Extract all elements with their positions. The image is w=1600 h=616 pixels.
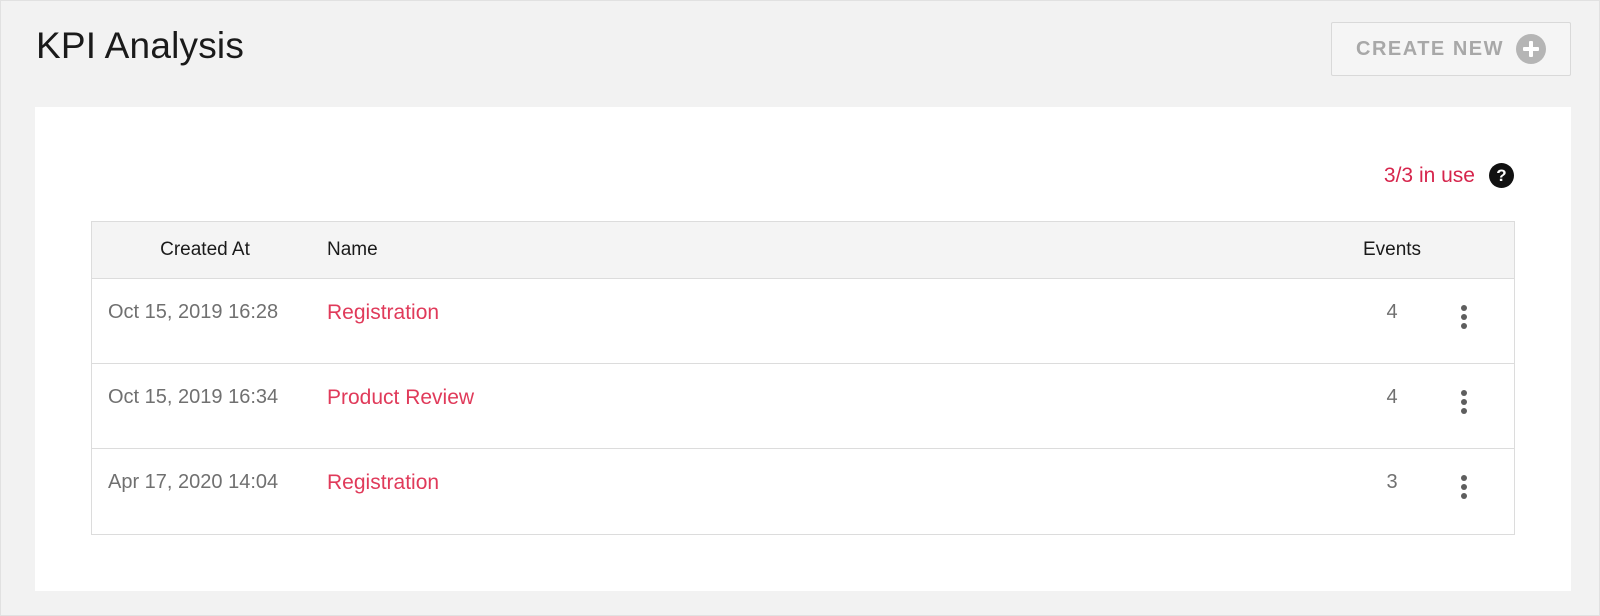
create-new-label: CREATE NEW xyxy=(1356,37,1504,60)
help-icon[interactable]: ? xyxy=(1489,163,1514,188)
created-at-cell: Apr 17, 2020 14:04 xyxy=(108,471,279,493)
plus-circle-icon xyxy=(1515,34,1546,64)
kpi-table: Created At Name Events Oct 15, 2019 16:2… xyxy=(91,221,1515,535)
events-count-cell: 4 xyxy=(1386,386,1398,408)
kpi-name-link[interactable]: Registration xyxy=(327,301,439,325)
events-count-cell: 3 xyxy=(1386,471,1398,493)
kpi-name-link[interactable]: Product Review xyxy=(327,386,474,410)
created-at-cell: Oct 15, 2019 16:28 xyxy=(108,301,279,323)
created-at-cell: Oct 15, 2019 16:34 xyxy=(108,386,279,408)
table-row: Apr 17, 2020 14:04 Registration 3 xyxy=(92,449,1514,534)
events-count-cell: 4 xyxy=(1386,301,1398,323)
kpi-card: 3/3 in use ? Created At Name Events Oct … xyxy=(35,107,1571,591)
table-header: Created At Name Events xyxy=(92,222,1514,279)
kebab-menu-icon[interactable] xyxy=(1452,471,1476,505)
kpi-name-link[interactable]: Registration xyxy=(327,471,439,495)
create-new-button[interactable]: CREATE NEW xyxy=(1331,22,1571,76)
page-title: KPI Analysis xyxy=(36,25,245,66)
page: KPI Analysis CREATE NEW 3/3 in use ? Cre… xyxy=(0,0,1600,616)
kebab-menu-icon[interactable] xyxy=(1452,386,1476,420)
column-header-events: Events xyxy=(1362,239,1422,260)
column-header-created-at: Created At xyxy=(160,239,250,260)
table-row: Oct 15, 2019 16:34 Product Review 4 xyxy=(92,364,1514,449)
usage-indicator: 3/3 in use ? xyxy=(1384,163,1514,188)
usage-text: 3/3 in use xyxy=(1383,163,1475,187)
kebab-menu-icon[interactable] xyxy=(1452,301,1476,335)
table-row: Oct 15, 2019 16:28 Registration 4 xyxy=(92,279,1514,364)
column-header-name: Name xyxy=(327,239,378,260)
